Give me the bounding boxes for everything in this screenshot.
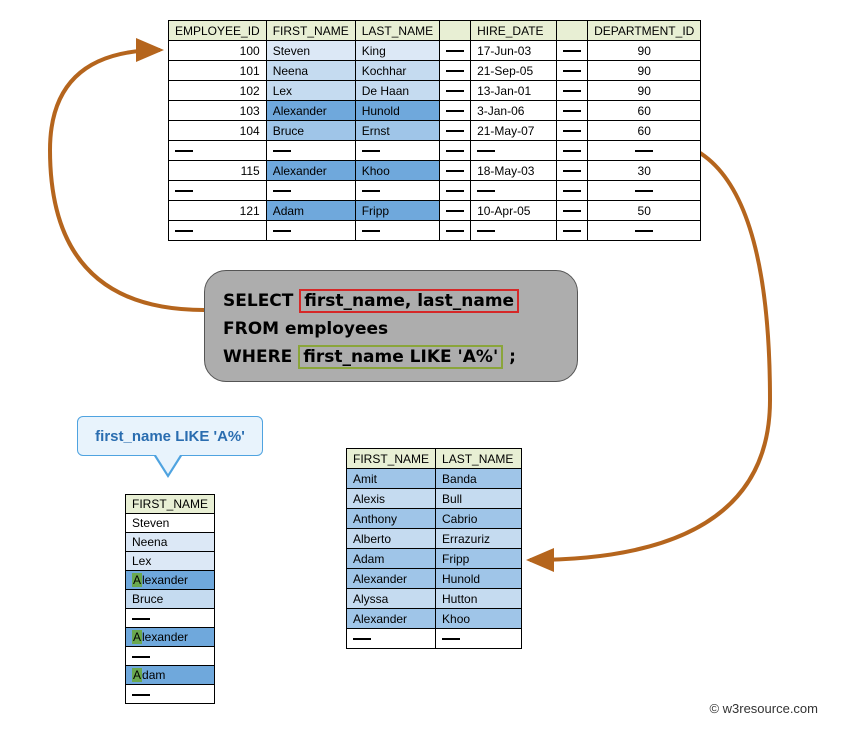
table-row: 102LexDe Haan13-Jan-0190 [169, 81, 701, 101]
table-row: AmitBanda [347, 469, 522, 489]
col-first-name: FIRST_NAME [266, 21, 355, 41]
table-row: AdamFripp [347, 549, 522, 569]
table-row: AlyssaHutton [347, 589, 522, 609]
firstname-filter-table: FIRST_NAME StevenNeenaLexAlexanderBruceA… [125, 494, 215, 704]
table-row: 104BruceErnst21-May-0760 [169, 121, 701, 141]
table-row: 115AlexanderKhoo18-May-0330 [169, 161, 701, 181]
table-row: AlbertoErrazuriz [347, 529, 522, 549]
sql-select-columns: first_name, last_name [299, 289, 519, 313]
sql-line-from: FROM employees [223, 315, 559, 343]
callout-pointer-icon-inner [156, 455, 180, 474]
col-dept-id: DEPARTMENT_ID [588, 21, 701, 41]
table-row: 101NeenaKochhar21-Sep-0590 [169, 61, 701, 81]
table-row: AlexisBull [347, 489, 522, 509]
table-row: Adam [126, 666, 215, 685]
table-row [347, 629, 522, 649]
sql-query-box: SELECT first_name, last_name FROM employ… [204, 270, 578, 382]
table-row [169, 181, 701, 201]
col-gap-b [557, 21, 588, 41]
table-row: Steven [126, 514, 215, 533]
table-row: AnthonyCabrio [347, 509, 522, 529]
res-col-first-name: FIRST_NAME [347, 449, 436, 469]
table-row: AlexanderHunold [347, 569, 522, 589]
employees-source-table: EMPLOYEE_ID FIRST_NAME LAST_NAME HIRE_DA… [168, 20, 701, 241]
col-last-name: LAST_NAME [355, 21, 439, 41]
res-col-last-name: LAST_NAME [436, 449, 522, 469]
sql-line-where: WHERE first_name LIKE 'A%' ; [223, 343, 559, 371]
copyright-text: © w3resource.com [709, 701, 818, 716]
table-row: AlexanderKhoo [347, 609, 522, 629]
sql-where-cond: first_name LIKE 'A%' [298, 345, 503, 369]
table-row [126, 647, 215, 666]
fn-col-header: FIRST_NAME [126, 495, 215, 514]
col-gap-a [440, 21, 471, 41]
table-row: Bruce [126, 590, 215, 609]
table-row: Lex [126, 552, 215, 571]
sql-where-kw: WHERE [223, 347, 292, 367]
sql-line-select: SELECT first_name, last_name [223, 287, 559, 315]
table-row [169, 221, 701, 241]
table-row [169, 141, 701, 161]
col-employee-id: EMPLOYEE_ID [169, 21, 267, 41]
query-result-table: FIRST_NAME LAST_NAME AmitBandaAlexisBull… [346, 448, 522, 649]
sql-terminator: ; [503, 347, 516, 367]
table-row [126, 685, 215, 704]
table-row: 100StevenKing17-Jun-0390 [169, 41, 701, 61]
filter-callout: first_name LIKE 'A%' [77, 416, 263, 456]
col-hire-date: HIRE_DATE [471, 21, 557, 41]
table-row: Alexander [126, 628, 215, 647]
table-header-row: EMPLOYEE_ID FIRST_NAME LAST_NAME HIRE_DA… [169, 21, 701, 41]
table-row: 121AdamFripp10-Apr-0550 [169, 201, 701, 221]
sql-select-kw: SELECT [223, 291, 293, 311]
table-row [126, 609, 215, 628]
table-row: Alexander [126, 571, 215, 590]
table-row: Neena [126, 533, 215, 552]
table-row: 103AlexanderHunold3-Jan-0660 [169, 101, 701, 121]
